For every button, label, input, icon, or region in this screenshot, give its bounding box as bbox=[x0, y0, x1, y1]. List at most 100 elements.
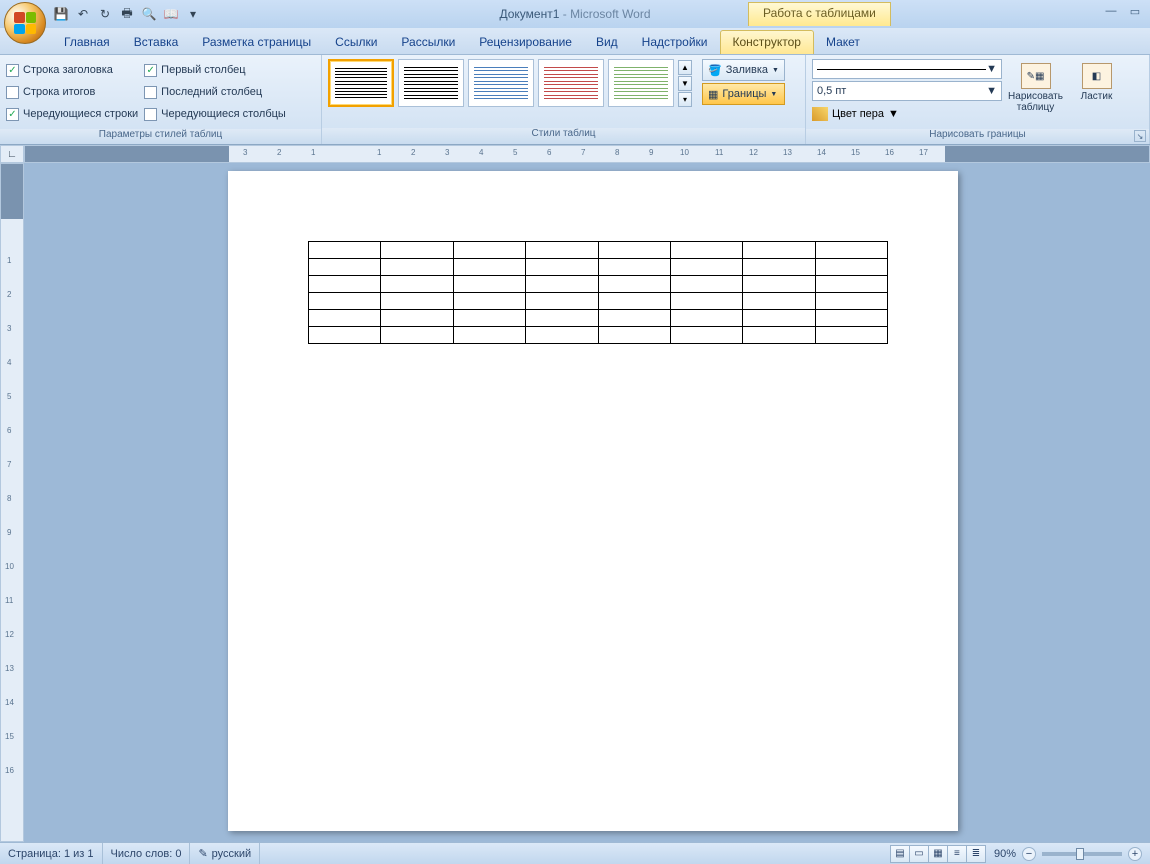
print-icon[interactable]: 🖶 bbox=[118, 5, 136, 23]
group-title: Стили таблиц bbox=[322, 128, 805, 144]
vertical-ruler[interactable]: 12345678910111213141516 bbox=[0, 163, 24, 842]
view-buttons: ▤ ▭ ▦ ≡ ≣ bbox=[891, 845, 986, 863]
checkbox-icon[interactable]: ✓ bbox=[6, 108, 19, 121]
undo-icon[interactable]: ↶ bbox=[74, 5, 92, 23]
preview-icon[interactable]: 🔍 bbox=[140, 5, 158, 23]
table-style-thumb[interactable] bbox=[328, 59, 394, 107]
ribbon-tabs: Главная Вставка Разметка страницы Ссылки… bbox=[0, 28, 1150, 55]
table-style-thumb[interactable] bbox=[538, 59, 604, 107]
checkbox-icon[interactable]: ✓ bbox=[6, 64, 19, 77]
tab-review[interactable]: Рецензирование bbox=[467, 31, 584, 54]
qat-more-icon[interactable]: ▾ bbox=[184, 5, 202, 23]
table-row bbox=[309, 242, 888, 259]
tab-layout[interactable]: Макет bbox=[814, 31, 872, 54]
option-banded-columns[interactable]: Чередующиеся столбцы bbox=[144, 103, 286, 125]
tab-view[interactable]: Вид bbox=[584, 31, 630, 54]
table-style-thumb[interactable] bbox=[608, 59, 674, 107]
tab-page-layout[interactable]: Разметка страницы bbox=[190, 31, 323, 54]
tab-insert[interactable]: Вставка bbox=[122, 31, 191, 54]
borders-button[interactable]: ▦Границы▼ bbox=[702, 83, 785, 105]
view-print-layout-icon[interactable]: ▤ bbox=[890, 845, 910, 863]
draw-table-button[interactable]: ✎▦ Нарисовать таблицу bbox=[1008, 59, 1063, 117]
table-style-thumb[interactable] bbox=[398, 59, 464, 107]
group-draw-borders: ▼ 0,5 пт▼ Цвет пера▼ ✎▦ Нарисовать табли… bbox=[806, 55, 1150, 144]
line-weight-combo[interactable]: 0,5 пт▼ bbox=[812, 81, 1002, 101]
option-last-column[interactable]: Последний столбец bbox=[144, 81, 286, 103]
doc-name: Документ1 bbox=[499, 7, 559, 21]
pen-icon bbox=[812, 107, 828, 121]
dialog-launcher-icon[interactable]: ↘ bbox=[1134, 130, 1146, 142]
chevron-down-icon: ▼ bbox=[986, 63, 997, 75]
view-web-icon[interactable]: ▦ bbox=[928, 845, 948, 863]
line-style-combo[interactable]: ▼ bbox=[812, 59, 1002, 79]
office-logo-icon bbox=[14, 12, 36, 34]
gallery-up-icon[interactable]: ▲ bbox=[678, 60, 692, 75]
checkbox-icon[interactable] bbox=[144, 86, 157, 99]
open-icon[interactable]: 📖 bbox=[162, 5, 180, 23]
restore-button[interactable]: ▭ bbox=[1126, 4, 1144, 18]
office-button[interactable] bbox=[4, 2, 46, 44]
gallery-down-icon[interactable]: ▼ bbox=[678, 76, 692, 91]
save-icon[interactable]: 💾 bbox=[52, 5, 70, 23]
borders-icon: ▦ bbox=[708, 88, 718, 101]
table-row bbox=[309, 293, 888, 310]
shading-button[interactable]: 🪣Заливка▼ bbox=[702, 59, 785, 81]
zoom-control: 90% − + bbox=[986, 847, 1150, 861]
document-table[interactable] bbox=[308, 241, 888, 344]
view-draft-icon[interactable]: ≣ bbox=[966, 845, 986, 863]
table-row bbox=[309, 310, 888, 327]
option-header-row[interactable]: ✓Строка заголовка bbox=[6, 59, 138, 81]
contextual-tab-label: Работа с таблицами bbox=[748, 2, 891, 26]
redo-icon[interactable]: ↻ bbox=[96, 5, 114, 23]
option-total-row[interactable]: Строка итогов bbox=[6, 81, 138, 103]
tab-design[interactable]: Конструктор bbox=[720, 30, 814, 54]
zoom-value[interactable]: 90% bbox=[994, 848, 1016, 860]
chevron-down-icon: ▼ bbox=[772, 67, 779, 74]
zoom-thumb[interactable] bbox=[1076, 848, 1084, 860]
chevron-down-icon: ▼ bbox=[986, 85, 997, 97]
minimize-button[interactable]: — bbox=[1102, 4, 1120, 18]
table-row bbox=[309, 327, 888, 344]
zoom-in-button[interactable]: + bbox=[1128, 847, 1142, 861]
view-full-screen-icon[interactable]: ▭ bbox=[909, 845, 929, 863]
chevron-down-icon: ▼ bbox=[888, 108, 899, 120]
tab-references[interactable]: Ссылки bbox=[323, 31, 389, 54]
group-title: Нарисовать границы↘ bbox=[806, 129, 1149, 144]
group-title: Параметры стилей таблиц bbox=[0, 129, 321, 144]
title-bar: 💾 ↶ ↻ 🖶 🔍 📖 ▾ Документ1 - Microsoft Word… bbox=[0, 0, 1150, 28]
draw-table-icon: ✎▦ bbox=[1021, 63, 1051, 89]
table-style-thumb[interactable] bbox=[468, 59, 534, 107]
eraser-icon: ◧ bbox=[1082, 63, 1112, 89]
tab-home[interactable]: Главная bbox=[52, 31, 122, 54]
table-row bbox=[309, 259, 888, 276]
gallery-more-icon[interactable]: ▾ bbox=[678, 92, 692, 107]
option-first-column[interactable]: ✓Первый столбец bbox=[144, 59, 286, 81]
horizontal-ruler[interactable]: 321 1234567891011121314151617 bbox=[24, 145, 1150, 163]
gallery-scroll: ▲ ▼ ▾ bbox=[678, 60, 692, 107]
status-page[interactable]: Страница: 1 из 1 bbox=[0, 843, 103, 864]
eraser-button[interactable]: ◧ Ластик bbox=[1069, 59, 1124, 106]
checkbox-icon[interactable] bbox=[144, 108, 157, 121]
status-language[interactable]: ✎русский bbox=[190, 843, 260, 864]
zoom-out-button[interactable]: − bbox=[1022, 847, 1036, 861]
app-name: Microsoft Word bbox=[570, 7, 650, 21]
zoom-slider[interactable] bbox=[1042, 852, 1122, 856]
view-outline-icon[interactable]: ≡ bbox=[947, 845, 967, 863]
checkbox-icon[interactable] bbox=[6, 86, 19, 99]
tab-addins[interactable]: Надстройки bbox=[630, 31, 720, 54]
document-area[interactable] bbox=[24, 163, 1150, 842]
chevron-down-icon: ▼ bbox=[770, 91, 777, 98]
pen-color-button[interactable]: Цвет пера▼ bbox=[812, 103, 1002, 125]
quick-access-toolbar: 💾 ↶ ↻ 🖶 🔍 📖 ▾ bbox=[52, 5, 202, 23]
table-row bbox=[309, 276, 888, 293]
page bbox=[228, 171, 958, 831]
option-banded-rows[interactable]: ✓Чередующиеся строки bbox=[6, 103, 138, 125]
bucket-icon: 🪣 bbox=[708, 64, 722, 77]
status-bar: Страница: 1 из 1 Число слов: 0 ✎русский … bbox=[0, 842, 1150, 864]
ruler-corner[interactable]: ∟ bbox=[0, 145, 24, 163]
proofing-icon: ✎ bbox=[198, 847, 207, 860]
checkbox-icon[interactable]: ✓ bbox=[144, 64, 157, 77]
group-table-styles: ▲ ▼ ▾ 🪣Заливка▼ ▦Границы▼ Стили таблиц bbox=[322, 55, 806, 144]
status-word-count[interactable]: Число слов: 0 bbox=[103, 843, 191, 864]
tab-mailings[interactable]: Рассылки bbox=[389, 31, 467, 54]
